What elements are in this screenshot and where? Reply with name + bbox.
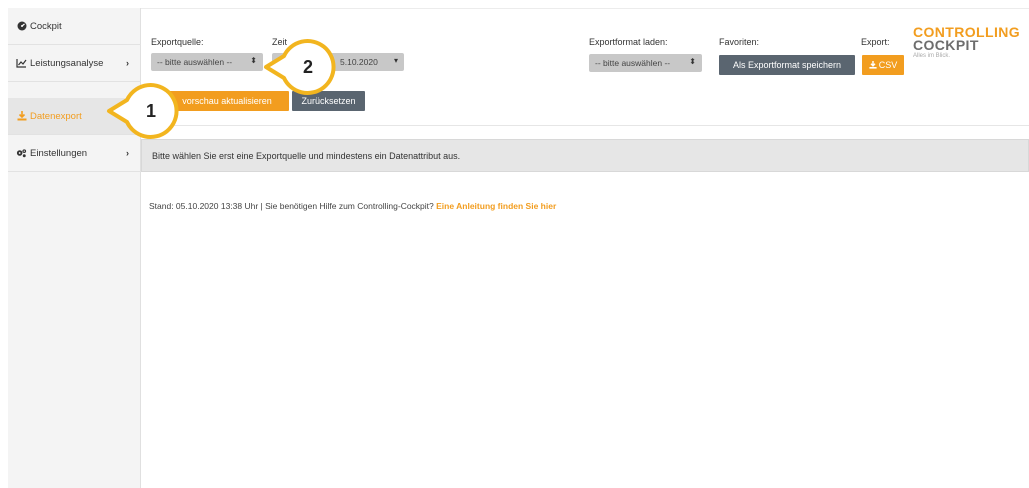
sidebar-item-leistungsanalyse[interactable]: Leistungsanalyse › <box>8 45 141 82</box>
exportquelle-select[interactable]: -- bitte auswählen -- ⬍ <box>151 53 263 71</box>
sidebar: Cockpit Leistungsanalyse › Datenexport E… <box>8 8 141 488</box>
callout-number-1: 1 <box>145 101 156 121</box>
logo-tagline: Alles im Blick. <box>913 53 951 59</box>
exportformat-label: Exportformat laden: <box>589 37 668 47</box>
download-icon <box>869 61 877 69</box>
exportformat-select[interactable]: -- bitte auswählen -- ⬍ <box>589 54 702 72</box>
export-label: Export: <box>861 37 890 47</box>
status-footer: Stand: 05.10.2020 13:38 Uhr | Sie benöti… <box>149 201 556 211</box>
csv-export-button[interactable]: CSV <box>862 55 904 75</box>
chevron-right-icon: › <box>126 148 129 158</box>
sidebar-item-einstellungen[interactable]: Einstellungen › <box>8 135 141 172</box>
sort-arrows-icon: ⬍ <box>250 56 257 65</box>
dashboard-icon <box>16 21 27 31</box>
sidebar-item-label: Leistungsanalyse <box>30 57 104 69</box>
sidebar-item-label: Einstellungen <box>30 147 88 159</box>
save-exportformat-button[interactable]: Als Exportformat speichern <box>719 55 855 75</box>
gears-icon <box>16 148 27 158</box>
line-chart-icon <box>16 58 27 68</box>
status-text: Stand: 05.10.2020 13:38 Uhr | Sie benöti… <box>149 201 437 211</box>
download-icon <box>16 111 27 121</box>
help-link[interactable]: Eine Anleitung finden Sie hier <box>436 201 556 211</box>
info-message: Bitte wählen Sie erst eine Exportquelle … <box>141 139 1029 172</box>
sidebar-item-label: Datenexport <box>30 110 82 122</box>
logo-cockpit: COCKPIT <box>913 37 979 53</box>
sidebar-item-label: Cockpit <box>30 20 62 32</box>
sidebar-item-cockpit[interactable]: Cockpit <box>8 8 141 45</box>
favoriten-label: Favoriten: <box>719 37 760 47</box>
caret-down-icon: ▾ <box>393 56 398 65</box>
exportquelle-label: Exportquelle: <box>151 37 204 47</box>
callout-number-2: 2 <box>302 57 313 77</box>
sort-arrows-icon: ⬍ <box>689 57 696 66</box>
chevron-right-icon: › <box>126 58 129 68</box>
